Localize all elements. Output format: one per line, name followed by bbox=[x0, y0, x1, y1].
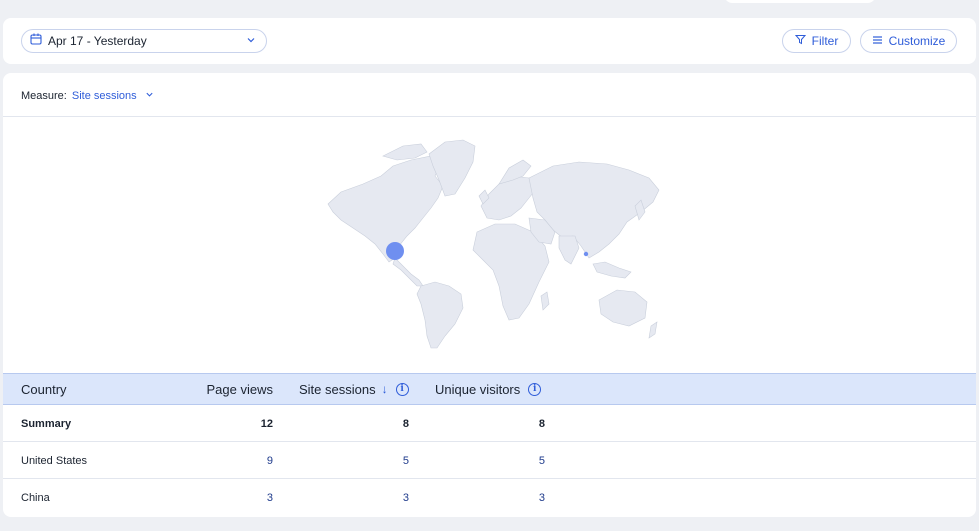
cell-site-sessions: 3 bbox=[402, 491, 409, 504]
divider bbox=[3, 116, 976, 117]
table-row-summary: Summary 12 8 8 bbox=[3, 405, 976, 442]
column-header-page-views[interactable]: Page views bbox=[193, 374, 273, 404]
customize-label: Customize bbox=[888, 34, 946, 48]
date-range-select[interactable]: Apr 17 - Yesterday bbox=[21, 29, 267, 53]
cell-page-views: 3 bbox=[266, 491, 273, 504]
calendar-icon bbox=[30, 32, 42, 50]
cell-page-views: 12 bbox=[260, 417, 273, 430]
column-header-country-label: Country bbox=[21, 381, 67, 397]
chevron-down-icon bbox=[145, 90, 154, 102]
toolbar: Apr 17 - Yesterday Filter Customize bbox=[3, 18, 976, 64]
measure-value: Site sessions bbox=[71, 90, 137, 102]
info-icon[interactable]: i bbox=[395, 382, 409, 396]
cell-site-sessions: 8 bbox=[402, 417, 409, 430]
bubble-united-states[interactable] bbox=[386, 242, 404, 260]
cell-country: China bbox=[21, 491, 50, 504]
column-header-site-sessions-label: Site sessions bbox=[299, 381, 376, 397]
column-header-page-views-label: Page views bbox=[206, 381, 273, 397]
info-icon[interactable]: i bbox=[528, 382, 542, 396]
cell-site-sessions: 5 bbox=[402, 454, 409, 467]
column-header-site-sessions[interactable]: Site sessions ↓ i bbox=[299, 374, 409, 404]
column-header-unique-visitors[interactable]: Unique visitors i bbox=[435, 374, 542, 404]
measure-row: Measure: Site sessions bbox=[21, 88, 154, 104]
cell-country: Summary bbox=[21, 417, 72, 430]
measure-label: Measure: bbox=[21, 90, 67, 102]
customize-icon bbox=[872, 34, 883, 48]
column-header-unique-visitors-label: Unique visitors bbox=[435, 381, 521, 397]
date-range-label: Apr 17 - Yesterday bbox=[48, 34, 147, 48]
cell-page-views: 9 bbox=[266, 454, 273, 467]
land-masses bbox=[327, 139, 660, 349]
cell-unique-visitors: 8 bbox=[538, 417, 545, 430]
filter-label: Filter bbox=[811, 34, 839, 48]
chevron-down-icon bbox=[246, 32, 256, 50]
sort-arrow-icon[interactable]: ↓ bbox=[382, 382, 388, 396]
top-search-pill[interactable] bbox=[724, 0, 876, 3]
table-header: Country Page views Site sessions ↓ i Uni… bbox=[3, 373, 976, 405]
world-map[interactable] bbox=[323, 136, 663, 351]
measure-select[interactable]: Site sessions bbox=[72, 90, 154, 102]
bubble-china[interactable] bbox=[583, 251, 589, 257]
cell-unique-visitors: 5 bbox=[538, 454, 545, 467]
report-card: Measure: Site sessions Country Page view… bbox=[3, 73, 976, 517]
table-row[interactable]: China 3 3 3 bbox=[3, 479, 976, 516]
filter-button[interactable]: Filter bbox=[782, 29, 851, 53]
cell-country: United States bbox=[21, 454, 88, 467]
filter-icon bbox=[794, 34, 806, 48]
customize-button[interactable]: Customize bbox=[860, 29, 957, 53]
cell-unique-visitors: 3 bbox=[538, 491, 545, 504]
world-map-svg bbox=[327, 139, 660, 349]
column-header-country: Country bbox=[21, 374, 67, 404]
table-row[interactable]: United States 9 5 5 bbox=[3, 442, 976, 479]
